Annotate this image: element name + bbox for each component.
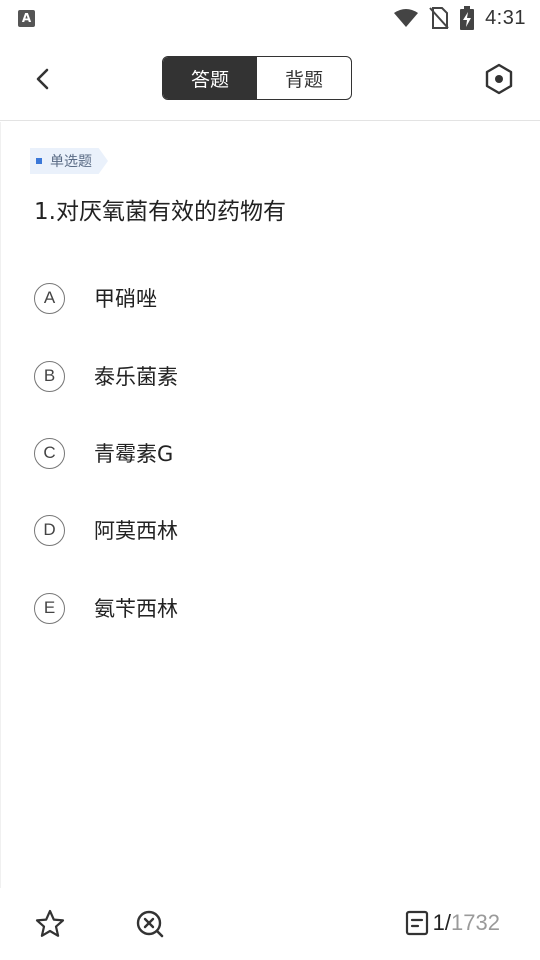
question-title: 1.对厌氧菌有效的药物有 (34, 199, 286, 225)
option-text: 青霉素G (94, 442, 174, 466)
option-text: 泰乐菌素 (94, 365, 178, 389)
status-time: 4:31 (485, 6, 526, 29)
answer-sheet-icon (405, 910, 428, 936)
delete-circle-icon (136, 910, 164, 938)
top-header: 答题 背题 (0, 36, 540, 121)
left-divider (0, 122, 1, 888)
question-type-label: 单选题 (50, 154, 92, 170)
option-letter: D (34, 514, 65, 546)
tab-answer[interactable]: 答题 (163, 57, 257, 99)
no-sim-icon (429, 7, 449, 29)
tag-dot-icon (36, 158, 42, 164)
option-c[interactable]: C 青霉素G (34, 433, 494, 473)
option-text: 甲硝唑 (94, 287, 157, 311)
mode-switch: 答题 背题 (162, 56, 352, 100)
option-a[interactable]: A 甲硝唑 (34, 278, 494, 318)
favorite-button[interactable] (34, 908, 66, 940)
current-question-number: 1 (432, 910, 445, 935)
bottom-toolbar: 1 / 1732 (0, 888, 540, 960)
question-type-tag: 单选题 (30, 148, 108, 174)
status-icons: 4:31 (393, 6, 526, 30)
option-d[interactable]: D 阿莫西林 (34, 510, 494, 550)
option-letter: A (34, 282, 65, 314)
answer-sheet-button[interactable]: 1 / 1732 (405, 910, 500, 936)
remove-question-button[interactable] (134, 908, 166, 940)
wifi-icon (394, 9, 419, 27)
settings-hexagon-icon (485, 63, 513, 95)
total-question-count: 1732 (451, 910, 500, 935)
battery-charging-icon (460, 6, 475, 30)
screen: A 4:31 答题 背题 单选题 1.对厌氧菌有效的药物有 A 甲硝唑 B 泰乐… (0, 0, 540, 960)
app-notification-icon: A (18, 9, 35, 27)
status-bar: A 4:31 (0, 0, 540, 36)
back-arrow-icon (36, 68, 49, 90)
back-button[interactable] (28, 64, 58, 94)
option-b[interactable]: B 泰乐菌素 (34, 356, 494, 396)
option-text: 氨苄西林 (94, 597, 178, 621)
option-e[interactable]: E 氨苄西林 (34, 588, 494, 628)
option-letter: E (34, 592, 65, 624)
option-letter: C (34, 437, 65, 469)
settings-button[interactable] (482, 62, 516, 96)
option-letter: B (34, 360, 65, 392)
option-text: 阿莫西林 (94, 519, 178, 543)
star-icon (35, 909, 65, 937)
tab-memorize[interactable]: 背题 (257, 57, 351, 99)
